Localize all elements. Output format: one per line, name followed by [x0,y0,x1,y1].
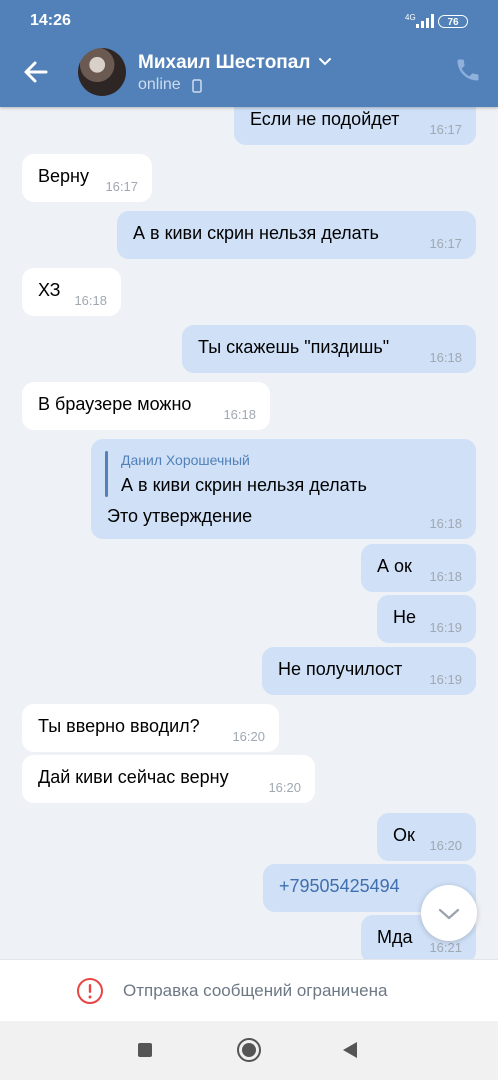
message-text: В браузере можно [38,394,192,414]
message-bubble[interactable]: Ты вверно вводил? 16:20 [22,704,279,752]
phone-icon[interactable] [454,56,482,84]
phone-number-link[interactable]: +79505425494 [279,876,400,896]
mobile-device-icon [192,79,202,93]
message-text: А ок [377,556,412,576]
message-time: 16:19 [429,620,462,635]
reply-quote-bar [105,451,108,497]
message-text: Ты вверно вводил? [38,716,200,736]
contact-name[interactable]: Михаил Шестопал [138,52,310,74]
message-time: 16:21 [429,940,462,955]
message-text: А в киви скрин нельзя делать [133,223,379,243]
message-time: 16:20 [232,729,265,744]
signal-icon [416,14,434,28]
message-bubble[interactable]: Ты скажешь "пиздишь" 16:18 [182,325,476,373]
status-bar: 14:26 4G 76 [0,0,498,44]
message-time: 16:18 [74,293,107,308]
message-time: 16:17 [429,236,462,251]
message-bubble[interactable]: Верну 16:17 [22,154,152,202]
message-time: 16:18 [429,569,462,584]
message-time: 16:17 [105,179,138,194]
message-bubble[interactable]: Дай киви сейчас верну 16:20 [22,755,315,803]
reply-author[interactable]: Данил Хорошечный [121,452,250,468]
message-text: Дай киви сейчас верну [38,767,229,787]
message-text: Ок [393,825,415,845]
reply-quoted-text: А в киви скрин нельзя делать [121,475,367,495]
message-time: 16:18 [429,516,462,531]
online-status: online [138,76,181,93]
message-list[interactable]: Если не подойдет 16:17 Верну 16:17 А в к… [0,107,498,959]
restriction-text: Отправка сообщений ограничена [123,981,388,1000]
arrow-left-icon[interactable] [20,56,52,88]
message-bubble[interactable]: Ок 16:20 [377,813,476,861]
avatar[interactable] [78,48,126,96]
message-text: Не [393,607,417,627]
message-bubble[interactable]: Если не подойдет 16:17 [234,107,476,145]
message-time: 16:20 [429,838,462,853]
exclamation-circle-icon [77,978,103,1004]
back-triangle-icon[interactable] [342,1041,358,1059]
message-text: Верну [38,166,89,186]
reply-message-bubble[interactable]: Данил Хорошечный А в киви скрин нельзя д… [91,439,476,539]
messaging-restricted-bar: Отправка сообщений ограничена [0,959,498,1022]
chat-header: 14:26 4G 76 Михаил Шестопал online [0,0,498,107]
message-time: 16:17 [429,122,462,137]
message-bubble[interactable]: Не получилост 16:19 [262,647,476,695]
home-button[interactable] [237,1038,261,1062]
message-bubble[interactable]: А ок 16:18 [361,544,476,592]
message-text: Не получилост [278,659,403,679]
message-bubble[interactable]: ХЗ 16:18 [22,268,121,316]
chevron-down-icon[interactable] [318,57,332,67]
message-time: 16:20 [268,780,301,795]
recent-apps-button[interactable] [138,1043,152,1057]
network-type: 4G [405,13,416,22]
scroll-to-bottom-button[interactable] [421,885,477,941]
message-time: 16:19 [429,672,462,687]
message-bubble[interactable]: Не 16:19 [377,595,476,643]
chevron-down-icon [438,908,460,920]
system-navigation-bar [0,1021,498,1080]
message-bubble[interactable]: В браузере можно 16:18 [22,382,270,430]
message-time: 16:18 [429,350,462,365]
status-time: 14:26 [30,12,71,29]
message-time: 16:18 [223,407,256,422]
message-text: Мда [377,927,413,947]
message-text: Ты скажешь "пиздишь" [198,337,390,357]
battery-indicator: 76 [438,15,468,28]
message-text: ХЗ [38,280,61,300]
message-text: Это утверждение [107,506,253,526]
message-bubble[interactable]: А в киви скрин нельзя делать 16:17 [117,211,476,259]
message-text: Если не подойдет [250,109,400,129]
